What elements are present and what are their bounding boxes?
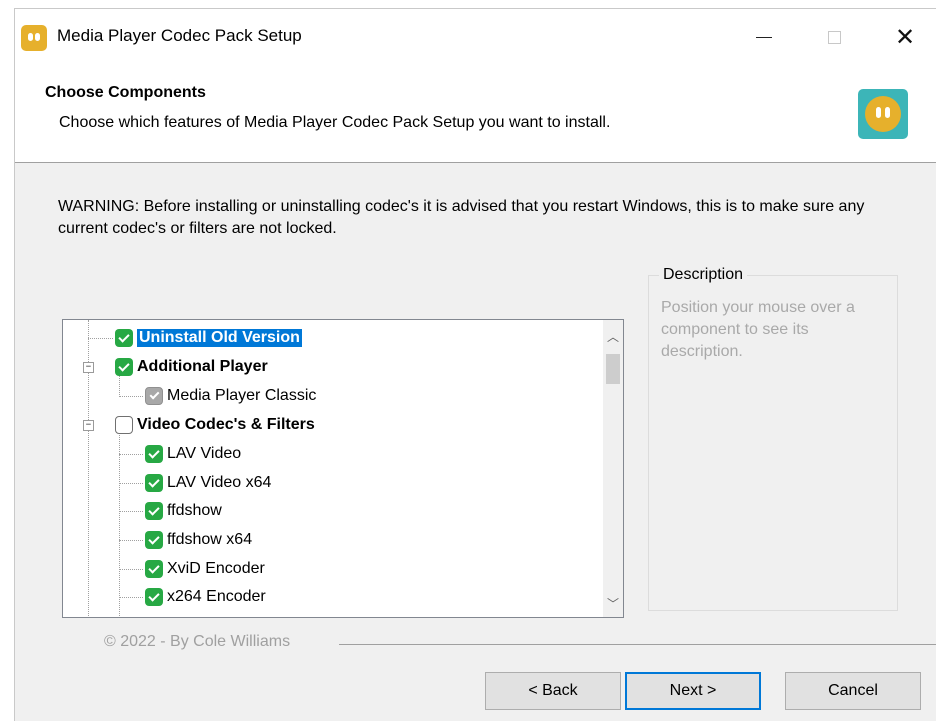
minimize-icon bbox=[756, 36, 772, 38]
tree-item-media-player-classic[interactable]: Media Player Classic bbox=[145, 384, 316, 408]
description-group: Description Position your mouse over a c… bbox=[648, 266, 898, 611]
tree-item-label: Video Codec's & Filters bbox=[137, 416, 315, 433]
logo-face bbox=[865, 96, 901, 132]
tree-item-label: ffdshow bbox=[167, 502, 222, 519]
checkbox-partial-icon[interactable] bbox=[145, 387, 163, 405]
cancel-button[interactable]: Cancel bbox=[785, 672, 921, 710]
checkbox-checked-icon[interactable] bbox=[115, 329, 133, 347]
footer-divider bbox=[339, 644, 936, 645]
page-header: Choose Components Choose which features … bbox=[15, 65, 936, 163]
window-title: Media Player Codec Pack Setup bbox=[57, 26, 302, 45]
tree-item-x264-encoder[interactable]: x264 Encoder bbox=[145, 585, 266, 609]
tree-line bbox=[119, 396, 143, 397]
maximize-icon bbox=[827, 30, 841, 44]
installer-window: Media Player Codec Pack Setup ✕ Choose C… bbox=[14, 8, 936, 721]
description-text: Position your mouse over a component to … bbox=[661, 299, 855, 360]
tree-item-xvid-encoder[interactable]: XviD Encoder bbox=[145, 557, 265, 581]
tree-item-additional-player[interactable]: Additional Player bbox=[115, 355, 268, 379]
collapse-icon[interactable]: − bbox=[83, 362, 94, 373]
next-button[interactable]: Next > bbox=[625, 672, 761, 710]
tree-line bbox=[119, 483, 143, 484]
checkbox-checked-icon[interactable] bbox=[145, 588, 163, 606]
tree-item-label: x264 Encoder bbox=[167, 588, 266, 605]
tree-line bbox=[119, 597, 143, 598]
app-logo-icon bbox=[21, 25, 47, 51]
maximize-button[interactable] bbox=[812, 15, 856, 59]
checkbox-checked-icon[interactable] bbox=[145, 445, 163, 463]
checkbox-empty-icon[interactable] bbox=[115, 416, 133, 434]
copyright-text: © 2022 - By Cole Williams bbox=[104, 633, 291, 650]
tree-scrollbar[interactable]: ︿ ﹀ bbox=[603, 320, 623, 617]
tree-item-lav-video-x64[interactable]: LAV Video x64 bbox=[145, 471, 271, 495]
back-button[interactable]: < Back bbox=[485, 672, 621, 710]
title-bar: Media Player Codec Pack Setup ✕ bbox=[15, 9, 936, 65]
tree-item-video-codecs-filters[interactable]: Video Codec's & Filters bbox=[115, 413, 315, 437]
page-title: Choose Components bbox=[45, 84, 206, 101]
tree-item-label: XviD Encoder bbox=[167, 560, 265, 577]
tree-line bbox=[119, 433, 120, 616]
tree-item-lav-video[interactable]: LAV Video bbox=[145, 442, 241, 466]
tree-item-label: Additional Player bbox=[137, 358, 268, 375]
tree-line bbox=[119, 540, 143, 541]
tree-line bbox=[119, 511, 143, 512]
tree-line bbox=[119, 454, 143, 455]
collapse-icon[interactable]: − bbox=[83, 420, 94, 431]
page-subtitle: Choose which features of Media Player Co… bbox=[59, 114, 611, 131]
tree-item-label: ffdshow x64 bbox=[167, 531, 253, 548]
scrollbar-thumb[interactable] bbox=[606, 354, 620, 384]
minimize-button[interactable] bbox=[742, 15, 786, 59]
tree-item-uninstall-old-version[interactable]: Uninstall Old Version bbox=[115, 326, 302, 350]
description-legend: Description bbox=[659, 266, 748, 284]
header-logo-icon bbox=[858, 89, 908, 139]
tree-item-label: Media Player Classic bbox=[167, 387, 317, 404]
checkbox-checked-icon[interactable] bbox=[145, 474, 163, 492]
warning-text: WARNING: Before installing or uninstalli… bbox=[58, 198, 865, 237]
checkbox-checked-icon[interactable] bbox=[115, 358, 133, 376]
tree-line bbox=[88, 338, 113, 339]
checkbox-checked-icon[interactable] bbox=[145, 531, 163, 549]
tree-line bbox=[119, 569, 143, 570]
chevron-up-icon[interactable]: ︿ bbox=[603, 326, 623, 346]
checkbox-checked-icon[interactable] bbox=[145, 560, 163, 578]
tree-item-label: LAV Video bbox=[167, 445, 242, 462]
checkbox-checked-icon[interactable] bbox=[145, 502, 163, 520]
close-button[interactable]: ✕ bbox=[883, 15, 927, 59]
tree-item-ffdshow-x64[interactable]: ffdshow x64 bbox=[145, 528, 252, 552]
components-tree[interactable]: − − Uninstall Old Version Additional Pla… bbox=[62, 319, 624, 618]
close-icon: ✕ bbox=[894, 23, 916, 51]
tree-item-label: LAV Video x64 bbox=[167, 474, 272, 491]
chevron-down-icon[interactable]: ﹀ bbox=[603, 593, 623, 613]
tree-item-label: Uninstall Old Version bbox=[137, 329, 302, 347]
tree-item-ffdshow[interactable]: ffdshow bbox=[145, 499, 222, 523]
